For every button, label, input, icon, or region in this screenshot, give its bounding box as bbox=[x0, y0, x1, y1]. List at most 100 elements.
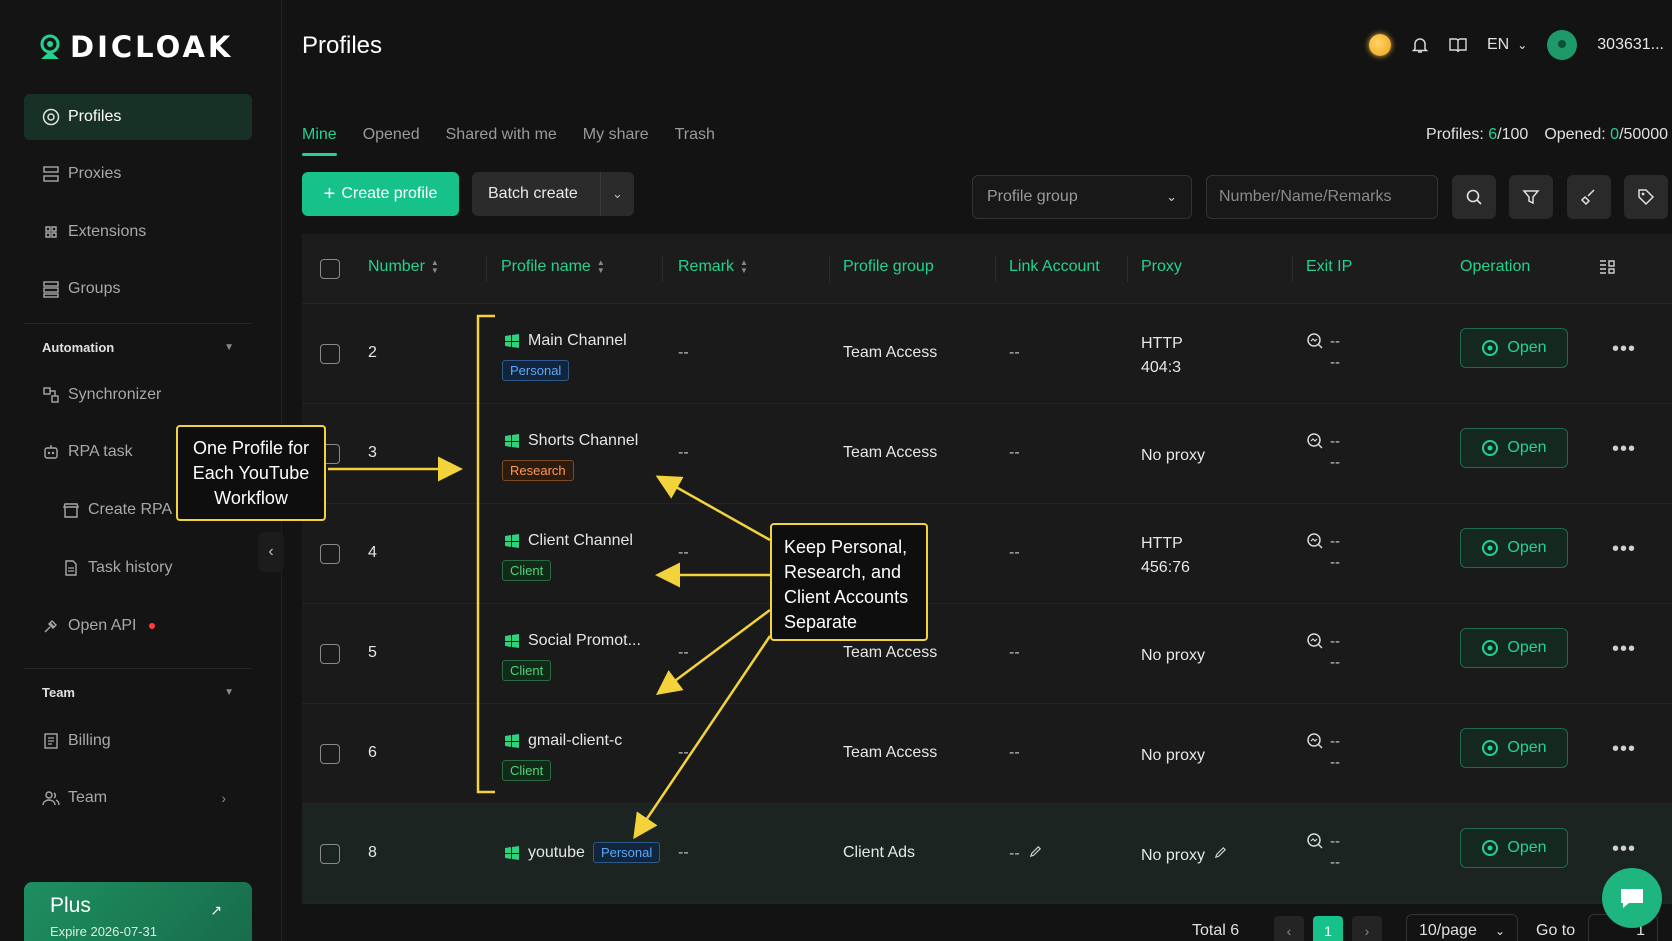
book-icon[interactable] bbox=[1449, 36, 1467, 54]
select-all-checkbox[interactable] bbox=[320, 259, 340, 279]
tab-opened[interactable]: Opened bbox=[363, 126, 420, 156]
row-checkbox[interactable] bbox=[320, 744, 340, 764]
batch-create-dropdown[interactable]: ⌄ bbox=[600, 172, 634, 216]
profile-name[interactable]: Main Channel bbox=[504, 332, 627, 350]
avatar[interactable] bbox=[1547, 30, 1578, 60]
proxy-line: No proxy bbox=[1141, 744, 1205, 768]
open-profile-button[interactable]: Open bbox=[1460, 628, 1568, 668]
more-options-icon[interactable]: ••• bbox=[1612, 738, 1636, 761]
tab-mine[interactable]: Mine bbox=[302, 126, 337, 156]
table-row[interactable]: 5 Social Promot... Client -- Team Access… bbox=[302, 604, 1672, 704]
tag-button[interactable] bbox=[1624, 175, 1668, 219]
ip-check-icon[interactable] bbox=[1306, 732, 1324, 750]
sidebar-item-profiles[interactable]: Profiles bbox=[24, 94, 252, 140]
plan-card[interactable]: Plus Expire 2026-07-31 ↗ bbox=[24, 882, 252, 941]
sidebar-item-synchronizer[interactable]: Synchronizer bbox=[24, 372, 252, 418]
profile-name[interactable]: Shorts Channel bbox=[504, 432, 638, 450]
sidebar-section-team[interactable]: Team ▼ bbox=[24, 677, 252, 707]
batch-create-button[interactable]: Batch create ⌄ bbox=[472, 172, 634, 216]
more-options-icon[interactable]: ••• bbox=[1612, 538, 1636, 561]
support-chat-button[interactable] bbox=[1602, 868, 1662, 928]
sidebar-item-extensions[interactable]: Extensions bbox=[24, 209, 252, 255]
column-profile-name[interactable]: Profile name ▲ ▼ bbox=[501, 258, 605, 276]
open-profile-button[interactable]: Open bbox=[1460, 328, 1568, 368]
table-row[interactable]: 4 Client Channel Client -- -- HTTP 456:7… bbox=[302, 504, 1672, 604]
tab-my-share[interactable]: My share bbox=[583, 126, 649, 156]
profile-group-select[interactable]: Profile group ⌄ bbox=[972, 175, 1192, 219]
column-separator bbox=[1292, 256, 1293, 282]
profile-name-text: Client Channel bbox=[528, 532, 633, 549]
profiles-count: Profiles: 6/100 bbox=[1426, 126, 1528, 144]
more-options-icon[interactable]: ••• bbox=[1612, 638, 1636, 661]
proxies-icon bbox=[42, 165, 60, 183]
callout-line: Each YouTube bbox=[192, 463, 310, 483]
table-row[interactable]: 8 youtube Personal -- Client Ads -- No p… bbox=[302, 804, 1672, 904]
create-profile-button[interactable]: + Create profile bbox=[302, 172, 459, 216]
page-1-button[interactable]: 1 bbox=[1313, 916, 1343, 941]
prev-page-button[interactable]: ‹ bbox=[1274, 916, 1304, 941]
sidebar-item-billing[interactable]: Billing bbox=[24, 718, 252, 764]
link-account-value: -- bbox=[1009, 344, 1020, 361]
profile-name[interactable]: Social Promot... bbox=[504, 632, 641, 650]
table-row[interactable]: 3 Shorts Channel Research -- Team Access… bbox=[302, 404, 1672, 504]
profiles-table: Number ▲ ▼ Profile name ▲ ▼ Remark ▲ ▼ Profile… bbox=[302, 234, 1672, 904]
sidebar-item-task-history[interactable]: Task history bbox=[24, 545, 252, 591]
proxy-line: No proxy bbox=[1141, 644, 1205, 668]
open-profile-button[interactable]: Open bbox=[1460, 828, 1568, 868]
proxy-cell: No proxy bbox=[1141, 644, 1205, 668]
ip-check-icon[interactable] bbox=[1306, 632, 1324, 650]
sidebar-section-automation[interactable]: Automation ▼ bbox=[24, 332, 252, 362]
chevron-left-icon: ‹ bbox=[268, 543, 274, 560]
tab-shared-with-me[interactable]: Shared with me bbox=[446, 126, 557, 156]
column-exit-ip: Exit IP bbox=[1306, 258, 1352, 276]
row-checkbox[interactable] bbox=[320, 644, 340, 664]
language-selector[interactable]: EN ⌄ bbox=[1487, 36, 1527, 54]
sidebar-item-proxies[interactable]: Proxies bbox=[24, 151, 252, 197]
more-options-icon[interactable]: ••• bbox=[1612, 338, 1636, 361]
table-row[interactable]: 2 Main Channel Personal -- Team Access -… bbox=[302, 304, 1672, 404]
column-remark[interactable]: Remark ▲ ▼ bbox=[678, 258, 748, 276]
page-size-select[interactable]: 10/page ⌄ bbox=[1406, 914, 1518, 941]
row-checkbox[interactable] bbox=[320, 844, 340, 864]
user-id[interactable]: 303631... bbox=[1597, 36, 1664, 54]
clean-button[interactable] bbox=[1567, 175, 1611, 219]
ip-check-icon[interactable] bbox=[1306, 832, 1324, 850]
open-profile-button[interactable]: Open bbox=[1460, 528, 1568, 568]
filter-button[interactable] bbox=[1509, 175, 1553, 219]
logo[interactable]: DICLOAK bbox=[36, 30, 233, 64]
column-settings-icon[interactable] bbox=[1598, 258, 1616, 276]
profile-number: 8 bbox=[368, 844, 377, 861]
more-options-icon[interactable]: ••• bbox=[1612, 838, 1636, 861]
chevron-right-icon: › bbox=[1364, 923, 1370, 939]
open-profile-button[interactable]: Open bbox=[1460, 428, 1568, 468]
table-row[interactable]: 6 gmail-client-c Client -- Team Access -… bbox=[302, 704, 1672, 804]
row-checkbox[interactable] bbox=[320, 544, 340, 564]
sidebar-item-open-api[interactable]: Open API bbox=[24, 603, 252, 649]
search-button[interactable] bbox=[1452, 175, 1496, 219]
plan-expiry: Expire 2026-07-31 bbox=[50, 924, 157, 939]
ip-check-icon[interactable] bbox=[1306, 532, 1324, 550]
row-checkbox[interactable] bbox=[320, 344, 340, 364]
sidebar-item-groups[interactable]: Groups bbox=[24, 266, 252, 312]
coin-icon[interactable] bbox=[1368, 34, 1391, 56]
sidebar-item-team[interactable]: Team › bbox=[24, 775, 252, 821]
profile-name[interactable]: gmail-client-c bbox=[504, 732, 622, 750]
open-profile-button[interactable]: Open bbox=[1460, 728, 1568, 768]
next-page-button[interactable]: › bbox=[1352, 916, 1382, 941]
edit-pencil-icon[interactable] bbox=[1028, 844, 1043, 864]
edit-pencil-icon[interactable] bbox=[1213, 844, 1228, 868]
tab-trash[interactable]: Trash bbox=[675, 126, 715, 156]
search-input[interactable] bbox=[1206, 175, 1438, 219]
bell-icon[interactable] bbox=[1411, 36, 1429, 54]
ip-check-icon[interactable] bbox=[1306, 332, 1324, 350]
proxy-line-2: 456:76 bbox=[1141, 559, 1190, 576]
column-number[interactable]: Number ▲ ▼ bbox=[368, 258, 439, 276]
profile-group-cell: Team Access bbox=[843, 444, 938, 461]
profile-name[interactable]: Client Channel bbox=[504, 532, 633, 550]
ip-check-icon[interactable] bbox=[1306, 432, 1324, 450]
exit-ip-line: -- bbox=[1306, 732, 1340, 750]
column-separator bbox=[486, 256, 487, 282]
more-options-icon[interactable]: ••• bbox=[1612, 438, 1636, 461]
profile-name[interactable]: youtube Personal bbox=[504, 842, 661, 863]
collapse-sidebar-button[interactable]: ‹ bbox=[258, 532, 284, 572]
